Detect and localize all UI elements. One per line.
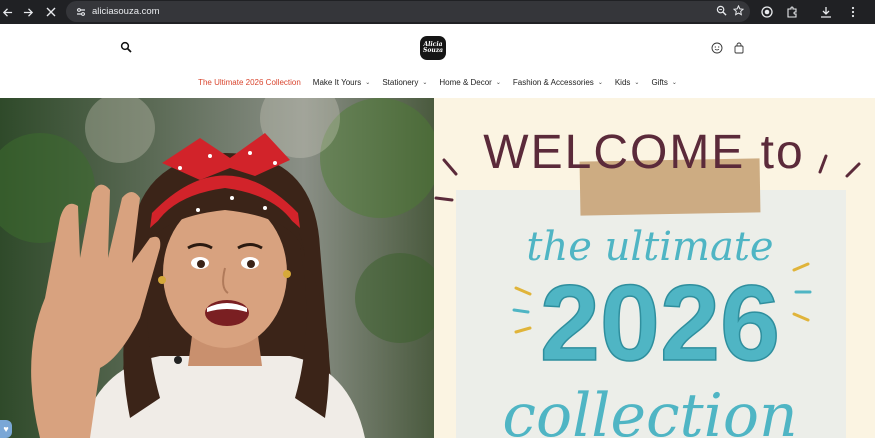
nav-item-label: Stationery [382, 77, 419, 87]
arrow-right-icon [23, 7, 33, 17]
chevron-down-icon: ⌄ [671, 79, 677, 86]
zoom-button[interactable] [716, 3, 727, 21]
nav-item-label: Home & Decor [439, 77, 492, 87]
forward-button[interactable] [17, 2, 39, 22]
welcome-text: WELCOME to [483, 126, 804, 179]
collection-text: collection [502, 381, 797, 438]
star-icon [732, 4, 745, 16]
nav-item-gifts[interactable]: Gifts ⌄ [651, 78, 676, 87]
hero-photo-woman-waving [0, 98, 434, 438]
bookmark-button[interactable] [732, 3, 745, 21]
nav-item-label: Fashion & Accessories [512, 77, 594, 87]
cart-button[interactable] [733, 41, 745, 54]
chevron-down-icon: ⌄ [495, 79, 501, 86]
more-icon [851, 6, 855, 18]
nav-item-label: Gifts [651, 77, 668, 87]
account-button[interactable] [711, 41, 723, 54]
hero-welcome-graphic: WELCOME to the ultimate 2026 collection [434, 98, 875, 438]
puzzle-icon [787, 6, 797, 18]
tune-icon [77, 7, 85, 16]
browser-toolbar: aliciasouza.com [0, 0, 875, 24]
nav-item-kids[interactable]: Kids ⌄ [615, 78, 640, 87]
browser-menu-button[interactable] [843, 2, 863, 22]
wishlist-float-button[interactable]: ♥ [0, 420, 12, 438]
nav-item-label: The Ultimate 2026 Collection [198, 77, 301, 87]
site-info-button[interactable] [70, 1, 92, 22]
chevron-down-icon: ⌄ [634, 79, 640, 86]
heart-icon: ♥ [3, 424, 9, 434]
header-search-button[interactable] [120, 40, 134, 54]
url-text: aliciasouza.com [92, 6, 160, 17]
site-header: Alicia Souza The Ultimate 2026 Collectio… [0, 24, 875, 98]
extension-icon [761, 6, 773, 18]
logo-line-2: Souza [423, 47, 443, 54]
arrow-left-icon [2, 7, 12, 17]
nav-item-home-decor[interactable]: Home & Decor ⌄ [439, 78, 501, 87]
year-text: 2026 [540, 262, 780, 383]
extension-button[interactable] [757, 2, 777, 22]
hero-photo-illustration [0, 98, 434, 438]
zoom-icon [716, 5, 727, 16]
downloads-button[interactable] [816, 2, 836, 22]
chevron-down-icon: ⌄ [597, 79, 603, 86]
nav-item-label: Make It Yours [312, 77, 362, 87]
nav-item-ultimate-2026-collection[interactable]: The Ultimate 2026 Collection [198, 78, 301, 87]
nav-item-fashion-accessories[interactable]: Fashion & Accessories ⌄ [513, 78, 603, 87]
nav-item-make-it-yours[interactable]: Make It Yours ⌄ [313, 78, 371, 87]
close-icon [46, 7, 56, 17]
nav-item-stationery[interactable]: Stationery ⌄ [382, 78, 427, 87]
smiley-account-icon [711, 42, 723, 54]
search-icon [120, 41, 132, 53]
chevron-down-icon: ⌄ [422, 79, 428, 86]
back-button[interactable] [0, 2, 18, 22]
extensions-menu-button[interactable] [782, 2, 802, 22]
chevron-down-icon: ⌄ [365, 79, 371, 86]
download-icon [821, 7, 831, 18]
main-navigation: The Ultimate 2026 Collection Make It You… [0, 75, 875, 89]
address-bar[interactable]: aliciasouza.com [66, 1, 750, 22]
welcome-collection-illustration: WELCOME to the ultimate 2026 collection [434, 126, 861, 438]
hero-banner[interactable]: WELCOME to the ultimate 2026 collection [0, 98, 875, 438]
shopping-bag-icon [734, 42, 744, 54]
stop-loading-button[interactable] [40, 2, 62, 22]
site-logo[interactable]: Alicia Souza [420, 36, 446, 60]
nav-item-label: Kids [614, 77, 631, 87]
